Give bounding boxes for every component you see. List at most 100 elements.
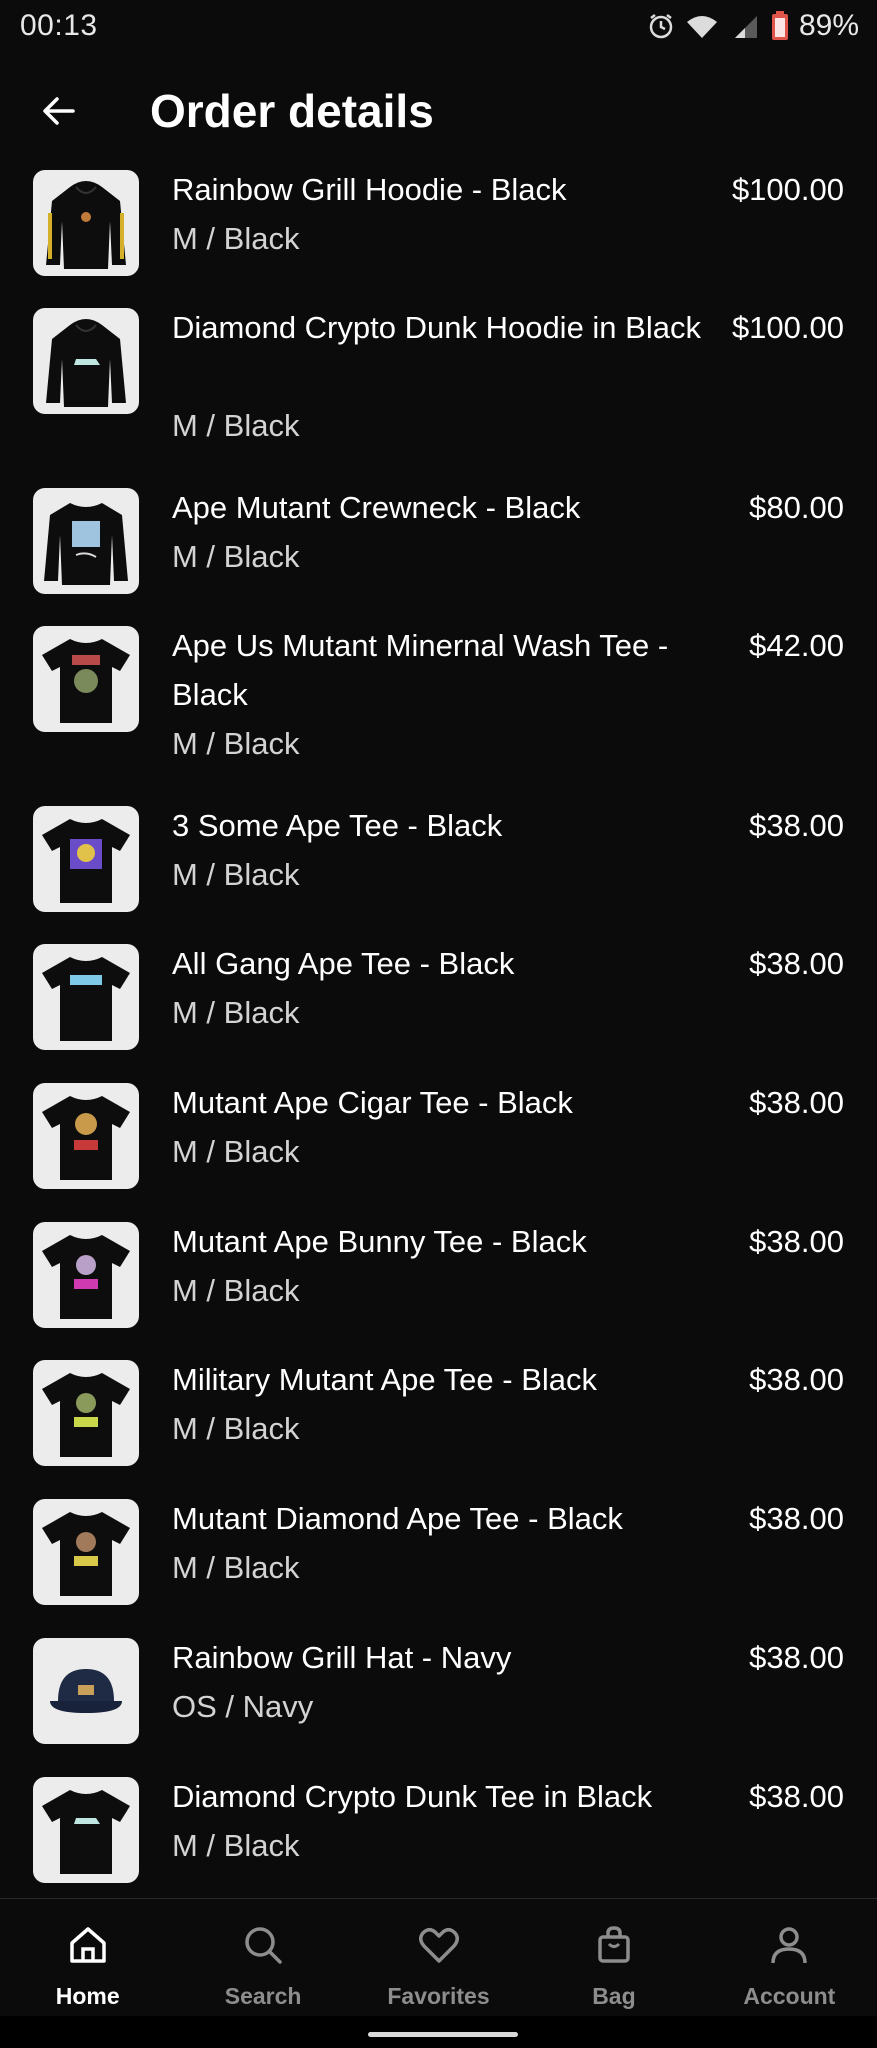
order-item[interactable]: Diamond Crypto Dunk Hoodie in Black M / … (0, 303, 877, 473)
account-icon (765, 1921, 813, 1969)
order-item[interactable]: Mutant Diamond Ape Tee - Black M / Black… (0, 1494, 877, 1624)
item-title: Ape Mutant Crewneck - Black (172, 490, 581, 525)
bag-icon (590, 1921, 638, 1969)
search-icon (239, 1921, 287, 1969)
item-variant: M / Black (172, 539, 300, 574)
product-thumbnail (33, 1083, 139, 1189)
item-price: $100.00 (731, 172, 844, 207)
order-item[interactable]: All Gang Ape Tee - Black M / Black $38.0… (0, 939, 877, 1069)
product-thumbnail (33, 1638, 139, 1744)
order-item[interactable]: Mutant Ape Cigar Tee - Black M / Black $… (0, 1078, 877, 1208)
item-price: $38.00 (749, 1501, 844, 1536)
item-title: Rainbow Grill Hoodie - Black (172, 172, 567, 207)
item-price: $38.00 (749, 1362, 844, 1397)
nav-bag[interactable]: Bag (526, 1899, 701, 2016)
tee-image (42, 1096, 130, 1180)
gesture-handle[interactable] (368, 2032, 518, 2037)
item-variant: M / Black (172, 1411, 300, 1446)
tee-image (42, 1512, 130, 1596)
item-price: $38.00 (749, 808, 844, 843)
order-item[interactable]: Mutant Ape Bunny Tee - Black M / Black $… (0, 1217, 877, 1347)
nav-label: Home (55, 1983, 120, 2009)
status-bar: 00:13 89% (0, 0, 877, 52)
item-title: Diamond Crypto Dunk Hoodie in Black (172, 310, 701, 345)
product-thumbnail (33, 1777, 139, 1883)
tee-image (42, 1790, 130, 1874)
home-icon (64, 1921, 112, 1969)
alarm-icon (647, 12, 675, 40)
order-item[interactable]: Rainbow Grill Hat - Navy OS / Navy $38.0… (0, 1633, 877, 1763)
product-thumbnail (33, 626, 139, 732)
item-variant: M / Black (172, 726, 300, 761)
product-thumbnail (33, 944, 139, 1050)
status-time: 00:13 (20, 9, 98, 42)
item-variant: M / Black (172, 857, 300, 892)
order-item[interactable]: Diamond Crypto Dunk Tee in Black M / Bla… (0, 1772, 877, 1902)
item-title: All Gang Ape Tee - Black (172, 946, 515, 981)
back-button[interactable] (24, 76, 94, 146)
tee-image (42, 1235, 130, 1319)
wifi-icon (685, 12, 719, 40)
battery-percentage: 89% (798, 9, 859, 42)
item-title: Rainbow Grill Hat - Navy (172, 1640, 512, 1675)
nav-search[interactable]: Search (175, 1899, 350, 2016)
item-price: $38.00 (749, 946, 844, 981)
nav-favorites[interactable]: Favorites (351, 1899, 526, 2016)
product-thumbnail (33, 1360, 139, 1466)
tee-image (42, 639, 130, 723)
item-price: $100.00 (731, 310, 844, 345)
order-item[interactable]: Ape Us Mutant Minernal Wash Tee - Black … (0, 621, 877, 791)
item-title: Mutant Diamond Ape Tee - Black (172, 1501, 623, 1536)
nav-label: Favorites (387, 1983, 490, 2009)
product-thumbnail (33, 170, 139, 276)
product-thumbnail (33, 806, 139, 912)
product-thumbnail (33, 1222, 139, 1328)
app-header: Order details (0, 75, 877, 147)
signal-icon (729, 12, 761, 40)
order-item[interactable]: 3 Some Ape Tee - Black M / Black $38.00 (0, 801, 877, 931)
arrow-left-icon (43, 97, 75, 125)
item-price: $80.00 (749, 490, 844, 525)
item-title: Ape Us Mutant Minernal Wash Tee - Black (172, 628, 669, 712)
nav-account[interactable]: Account (702, 1899, 877, 2016)
heart-icon (415, 1921, 463, 1969)
item-price: $42.00 (749, 628, 844, 663)
item-title: Diamond Crypto Dunk Tee in Black (172, 1779, 653, 1814)
crewneck-image (44, 503, 128, 585)
hat-image (50, 1669, 122, 1713)
product-thumbnail (33, 488, 139, 594)
nav-label: Account (743, 1983, 836, 2009)
item-title: Military Mutant Ape Tee - Black (172, 1362, 597, 1397)
item-price: $38.00 (749, 1640, 844, 1675)
item-price: $38.00 (749, 1779, 844, 1814)
hoodie-image (46, 319, 126, 407)
item-variant: OS / Navy (172, 1689, 314, 1724)
status-icons: 89% (647, 9, 859, 43)
item-price: $38.00 (749, 1085, 844, 1120)
tee-image (42, 819, 130, 903)
item-price: $38.00 (749, 1224, 844, 1259)
nav-label: Bag (592, 1983, 636, 2009)
item-variant: M / Black (172, 1550, 300, 1585)
item-variant: M / Black (172, 995, 300, 1030)
battery-icon (771, 11, 789, 41)
tee-image (42, 1373, 130, 1457)
item-variant: M / Black (172, 1134, 300, 1169)
item-title: Mutant Ape Cigar Tee - Black (172, 1085, 573, 1120)
nav-home[interactable]: Home (0, 1899, 175, 2016)
item-variant: M / Black (172, 221, 300, 256)
order-item[interactable]: Military Mutant Ape Tee - Black M / Blac… (0, 1355, 877, 1485)
order-item[interactable]: Ape Mutant Crewneck - Black M / Black $8… (0, 483, 877, 613)
item-title: 3 Some Ape Tee - Black (172, 808, 503, 843)
order-item[interactable]: Rainbow Grill Hoodie - Black M / Black $… (0, 165, 877, 295)
item-variant: M / Black (172, 1273, 300, 1308)
product-thumbnail (33, 1499, 139, 1605)
bottom-navigation: Home Search Favorites Bag Account (0, 1898, 877, 2016)
item-variant: M / Black (172, 1828, 300, 1863)
tee-image (42, 957, 130, 1041)
item-title: Mutant Ape Bunny Tee - Black (172, 1224, 587, 1259)
hoodie-image (46, 181, 126, 269)
page-title: Order details (150, 85, 434, 137)
product-thumbnail (33, 308, 139, 414)
nav-label: Search (224, 1983, 302, 2009)
